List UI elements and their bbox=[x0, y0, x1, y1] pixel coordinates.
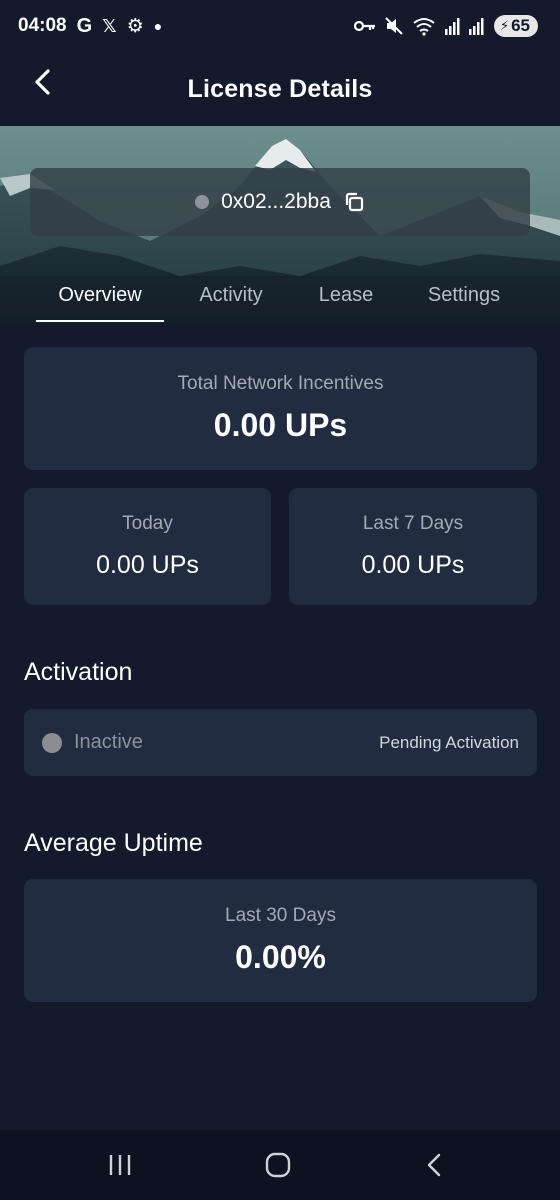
recent-apps-icon[interactable] bbox=[106, 1152, 134, 1178]
uptime-label: Last 30 Days bbox=[225, 905, 336, 926]
last-7-days-card: Last 7 Days 0.00 UPs bbox=[289, 488, 537, 605]
tab-lease[interactable]: Lease bbox=[300, 284, 392, 307]
status-right: ⚡ 65 bbox=[353, 15, 538, 37]
signal-icon bbox=[444, 18, 460, 35]
battery-icon: ⚡ 65 bbox=[493, 15, 538, 37]
gear-icon: ⚙ bbox=[126, 15, 144, 37]
battery-level: 65 bbox=[511, 16, 530, 35]
status-left: 04:08 G 𝕏 ⚙ ● bbox=[18, 15, 162, 38]
activation-status-text: Inactive bbox=[74, 731, 143, 753]
x-icon: 𝕏 bbox=[102, 15, 117, 36]
status-bar: 04:08 G 𝕏 ⚙ ● ⚡ 65 bbox=[0, 0, 560, 52]
tab-overview[interactable]: Overview bbox=[36, 284, 164, 307]
average-uptime-title: Average Uptime bbox=[24, 829, 203, 857]
uptime-value: 0.00% bbox=[235, 939, 326, 975]
status-dot bbox=[195, 195, 210, 209]
activation-row: Inactive Pending Activation bbox=[24, 709, 537, 776]
google-icon: G bbox=[76, 14, 93, 37]
back-button[interactable] bbox=[26, 66, 58, 98]
system-nav-bar bbox=[0, 1130, 560, 1200]
home-icon[interactable] bbox=[264, 1152, 292, 1178]
nav-back-icon[interactable] bbox=[422, 1152, 446, 1178]
uptime-card: Last 30 Days 0.00% bbox=[24, 879, 537, 1002]
page-title: License Details bbox=[187, 74, 373, 103]
key-icon bbox=[353, 20, 375, 32]
today-label: Today bbox=[122, 513, 173, 534]
total-incentives-card: Total Network Incentives 0.00 UPs bbox=[24, 347, 537, 470]
wifi-icon bbox=[413, 18, 435, 36]
license-address: 0x02...2bba bbox=[221, 190, 331, 213]
status-time: 04:08 bbox=[18, 15, 67, 36]
today-card: Today 0.00 UPs bbox=[24, 488, 271, 605]
chevron-left-icon bbox=[35, 69, 50, 95]
active-tab-indicator bbox=[36, 320, 164, 322]
hero-banner: 0x02...2bba Overview Activity Lease Sett… bbox=[0, 126, 560, 324]
signal-r-icon bbox=[468, 18, 484, 35]
last-7-days-value: 0.00 UPs bbox=[361, 551, 465, 579]
tab-activity[interactable]: Activity bbox=[172, 284, 290, 307]
pending-activation-text: Pending Activation bbox=[379, 732, 519, 752]
total-incentives-label: Total Network Incentives bbox=[177, 373, 384, 394]
tab-bar: Overview Activity Lease Settings bbox=[0, 276, 560, 324]
copy-icon[interactable] bbox=[343, 191, 365, 213]
app-header: License Details bbox=[0, 52, 560, 126]
address-box: 0x02...2bba bbox=[30, 168, 530, 236]
last-7-days-label: Last 7 Days bbox=[362, 513, 464, 534]
activation-title: Activation bbox=[24, 658, 133, 686]
total-incentives-value: 0.00 UPs bbox=[213, 407, 348, 443]
tab-settings[interactable]: Settings bbox=[408, 284, 520, 307]
activation-status: Inactive bbox=[42, 731, 143, 754]
dot-icon: ● bbox=[153, 18, 163, 34]
inactive-dot-icon bbox=[42, 732, 62, 753]
mute-icon bbox=[385, 17, 403, 35]
today-value: 0.00 UPs bbox=[96, 551, 199, 579]
